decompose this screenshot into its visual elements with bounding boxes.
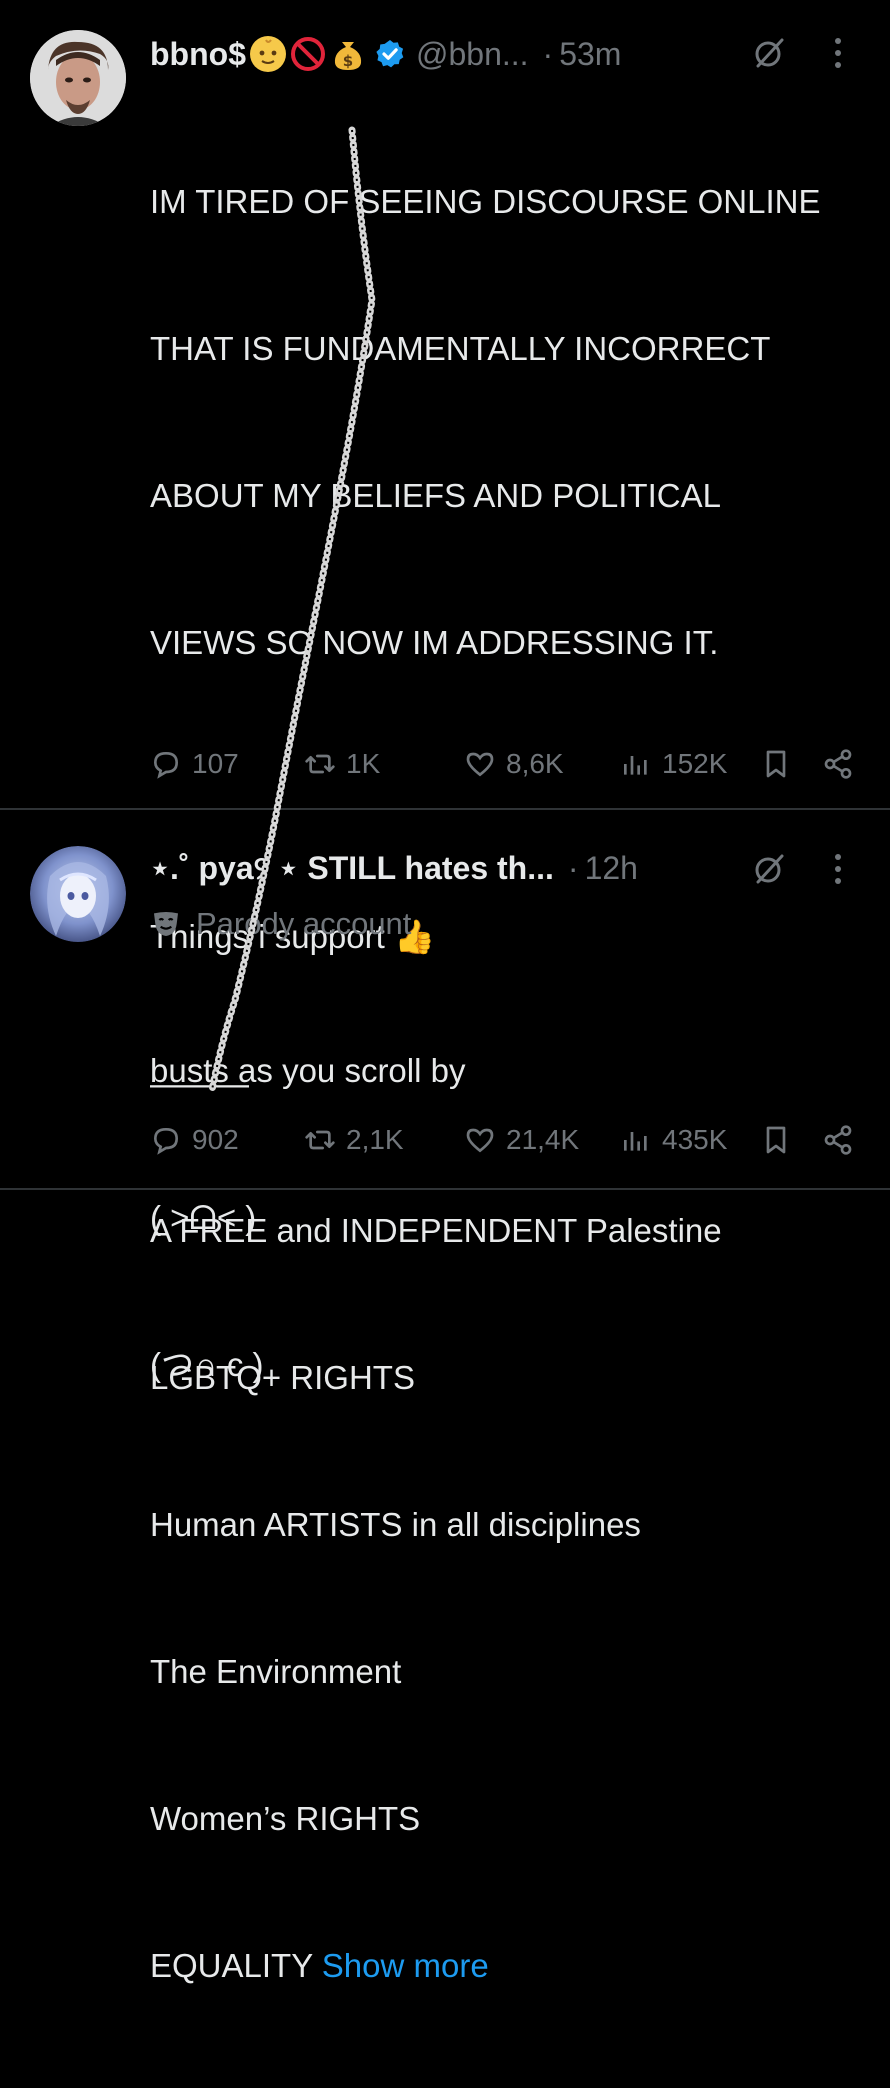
- bookmark-icon: [766, 1126, 786, 1154]
- repost-icon: [305, 754, 335, 774]
- tweet-pya[interactable]: ⋆.˚ pya୨ ⋆ STILL hates th... · 12h Parod…: [0, 810, 890, 1383]
- heart-icon: [466, 752, 494, 777]
- text-line: EQUALITY: [150, 1947, 313, 1984]
- separator-dot: ·: [567, 849, 579, 886]
- author-avatar[interactable]: [30, 30, 126, 126]
- tweet-bbno[interactable]: bbno$ $ @bbn... · 53m IM TIRED OF SEEING…: [0, 0, 890, 1984]
- share-icon: [824, 1125, 852, 1155]
- tweet-actions: 107 1K 8,6K 152K: [150, 744, 860, 784]
- verified-badge-icon: [374, 38, 406, 70]
- like-count: 21,4K: [506, 1124, 580, 1155]
- view-count: 435K: [662, 1124, 728, 1155]
- text-line: Women’s RIGHTS: [150, 1800, 421, 1837]
- text-line: ( ˃ᗝ˂ ): [150, 1199, 257, 1236]
- text-line-last: EQUALITY Show more: [150, 1941, 865, 1990]
- baby-emoji: [249, 36, 286, 72]
- show-more-link[interactable]: Show more: [322, 1947, 489, 1984]
- theater-mask-icon: [154, 912, 178, 936]
- tweet-divider: [0, 1188, 890, 1190]
- text-line: THAT IS FUNDAMENTALLY INCORRECT: [150, 330, 771, 367]
- text-line: busts as you scroll by: [150, 1052, 466, 1089]
- bookmark-icon: [766, 750, 786, 778]
- reply-count: 902: [192, 1124, 239, 1155]
- repost-icon: [305, 1130, 335, 1150]
- like-button[interactable]: 8,6K: [464, 744, 564, 784]
- display-name[interactable]: bbno$: [150, 36, 246, 73]
- like-button[interactable]: 21,4K: [464, 1120, 579, 1160]
- share-button[interactable]: [822, 1120, 864, 1160]
- heart-icon: [466, 1128, 494, 1153]
- reply-icon: [153, 751, 179, 779]
- views-icon: [624, 1132, 647, 1151]
- repost-count: 2,1K: [346, 1124, 404, 1155]
- more-options-icon[interactable]: [833, 852, 843, 886]
- repost-button[interactable]: 2,1K: [304, 1120, 404, 1160]
- tweet-text: busts as you scroll by ( ˃ᗝ˂ ) (つ∩ c ): [150, 948, 865, 1487]
- text-line: The Environment: [150, 1653, 402, 1690]
- text-line: IM TIRED OF SEEING DISCOURSE ONLINE: [150, 183, 821, 220]
- share-button[interactable]: [822, 744, 864, 784]
- separator-dot: ·: [542, 35, 554, 72]
- parody-label-text: Parody account: [196, 906, 412, 941]
- display-name[interactable]: ⋆.˚ pya୨ ⋆ STILL hates th...: [150, 849, 554, 888]
- views-button[interactable]: 435K: [620, 1120, 727, 1160]
- reply-count: 107: [192, 748, 239, 779]
- more-options-icon[interactable]: [833, 36, 843, 70]
- views-button[interactable]: 152K: [620, 744, 727, 784]
- like-count: 8,6K: [506, 748, 564, 779]
- view-count: 152K: [662, 748, 728, 779]
- money-bag-emoji: $: [330, 36, 366, 72]
- no-entry-emoji: [290, 36, 326, 72]
- grok-icon[interactable]: [752, 36, 786, 70]
- repost-count: 1K: [346, 748, 381, 779]
- reply-button[interactable]: 107: [150, 744, 239, 784]
- handle[interactable]: @bbn...: [416, 36, 529, 73]
- bookmark-button[interactable]: [760, 744, 802, 784]
- svg-text:$: $: [343, 52, 353, 70]
- parody-account-label: Parody account: [150, 904, 411, 944]
- bookmark-button[interactable]: [760, 1120, 802, 1160]
- reply-icon: [153, 1127, 179, 1155]
- author-avatar[interactable]: [30, 846, 126, 942]
- timestamp[interactable]: 53m: [559, 36, 621, 73]
- text-line: VIEWS SO NOW IM ADDRESSING IT.: [150, 624, 719, 661]
- repost-button[interactable]: 1K: [304, 744, 380, 784]
- grok-icon[interactable]: [752, 852, 786, 886]
- tweet-actions: 902 2,1K 21,4K 435K: [150, 1120, 860, 1160]
- share-icon: [824, 749, 852, 779]
- text-line: Human ARTISTS in all disciplines: [150, 1506, 641, 1543]
- text-line: (つ∩ c ): [150, 1346, 264, 1383]
- text-line: ABOUT MY BELIEFS AND POLITICAL: [150, 477, 721, 514]
- views-icon: [624, 756, 647, 775]
- reply-button[interactable]: 902: [150, 1120, 239, 1160]
- timestamp[interactable]: 12h: [585, 850, 638, 887]
